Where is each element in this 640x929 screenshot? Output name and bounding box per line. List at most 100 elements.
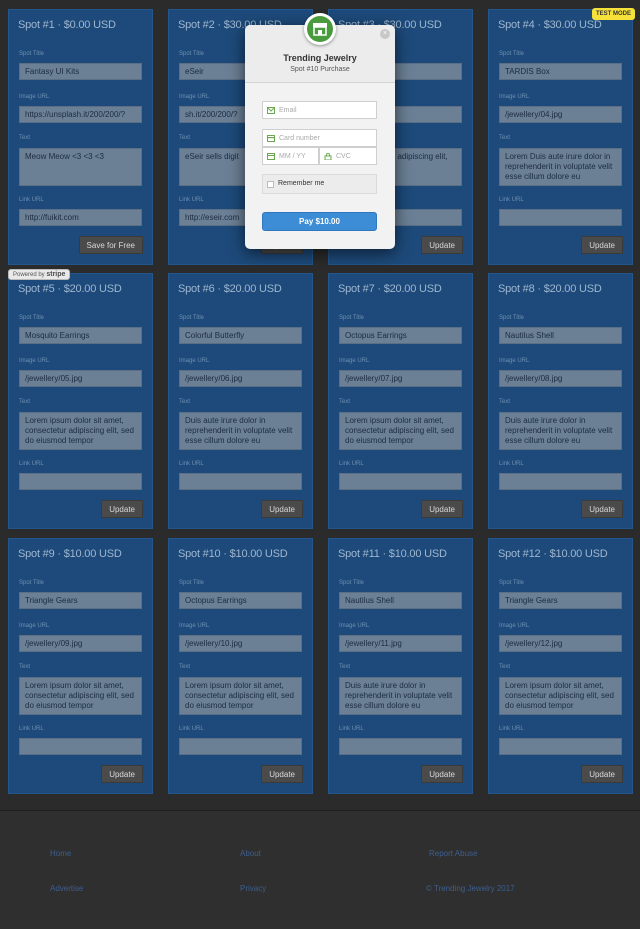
spot-card-title: Spot #1 · $0.00 USD [18,19,116,31]
link-url-input[interactable] [499,209,622,226]
spot-card-title: Spot #9 · $10.00 USD [18,548,122,560]
link-url-label: Link URL [339,726,364,732]
update-button[interactable]: Update [261,500,303,518]
text-textarea[interactable]: Duis aute irure dolor in reprehenderit i… [499,412,622,450]
link-url-input[interactable] [499,473,622,490]
image-url-input[interactable]: https://unsplash.it/200/200/? [19,106,142,123]
footer-copyright: © Trending Jewelry 2017 [426,884,515,893]
spot-title-label: Spot Title [339,580,365,586]
text-label: Text [499,664,511,670]
image-url-input[interactable]: /jewellery/04.jpg [499,106,622,123]
spot-title-input[interactable]: Nautilus Shell [499,327,622,344]
text-textarea[interactable]: Lorem Duis aute irure dolor in reprehend… [499,148,622,186]
update-button[interactable]: Update [581,236,623,254]
text-textarea[interactable]: Lorem ipsum dolor sit amet, consectetur … [19,677,142,715]
image-url-label: Image URL [179,623,210,629]
update-button[interactable]: Save for Free [78,236,143,254]
pay-button[interactable]: Pay $10.00 [262,212,377,231]
remember-me-label: Remember me [278,180,325,187]
expiry-placeholder: MM / YY [279,153,306,160]
spot-card: Spot #8 · $20.00 USD Spot Title Nautilus S… [488,273,633,529]
spot-title-input[interactable]: Mosquito Earrings [19,327,142,344]
image-url-input[interactable]: /jewellery/07.jpg [339,370,462,387]
remember-me-toggle[interactable]: Remember me [262,174,377,194]
update-button[interactable]: Update [581,765,623,783]
text-textarea[interactable]: Lorem ipsum dolor sit amet, consectetur … [499,677,622,715]
footer-link-privacy[interactable]: Privacy [240,884,266,893]
update-button[interactable]: Update [101,765,143,783]
store-logo [304,13,336,45]
text-label: Text [499,399,511,405]
image-url-input[interactable]: /jewellery/11.jpg [339,635,462,652]
link-url-input[interactable] [499,738,622,755]
spot-title-input[interactable]: Triangle Gears [499,592,622,609]
credit-card-icon [267,135,275,142]
spot-title-input[interactable]: Triangle Gears [19,592,142,609]
link-url-label: Link URL [19,726,44,732]
cvc-input[interactable]: CVC [319,147,377,165]
image-url-input[interactable]: /jewellery/12.jpg [499,635,622,652]
update-button[interactable]: Update [101,500,143,518]
text-label: Text [19,399,31,405]
footer-link-home[interactable]: Home [50,849,71,858]
expiry-input[interactable]: MM / YY [262,147,319,165]
test-mode-badge: TEST MODE [592,8,636,20]
link-url-input[interactable] [179,738,302,755]
spot-title-input[interactable]: Colorful Butterfly [179,327,302,344]
spot-title-input[interactable]: Nautilus Shell [339,592,462,609]
image-url-input[interactable]: /jewellery/08.jpg [499,370,622,387]
spot-title-input[interactable]: TARDIS Box [499,63,622,80]
text-textarea[interactable]: Lorem ipsum dolor sit amet, consectetur … [19,412,142,450]
image-url-input[interactable]: /jewellery/10.jpg [179,635,302,652]
spot-title-label: Spot Title [339,315,365,321]
spot-card-title: Spot #7 · $20.00 USD [338,283,442,295]
link-url-label: Link URL [339,461,364,467]
link-url-input[interactable] [179,473,302,490]
close-icon[interactable]: × [380,29,390,39]
image-url-input[interactable]: /jewellery/09.jpg [19,635,142,652]
email-input[interactable]: Email [262,101,377,119]
spot-card-title: Spot #8 · $20.00 USD [498,283,602,295]
powered-by-stripe-badge[interactable]: Powered by stripe [8,269,71,280]
text-textarea[interactable]: Duis aute irure dolor in reprehenderit i… [179,412,302,450]
spot-card: Spot #11 · $10.00 USD Spot Title Nautilus … [328,538,473,794]
card-number-input[interactable]: Card number [262,129,377,147]
footer-link-report-abuse[interactable]: Report Abuse [429,849,477,858]
spot-card: Spot #6 · $20.00 USD Spot Title Colorful B… [168,273,313,529]
link-url-input[interactable] [339,473,462,490]
spot-title-input[interactable]: Octopus Earrings [339,327,462,344]
update-button[interactable]: Update [261,765,303,783]
image-url-input[interactable]: /jewellery/06.jpg [179,370,302,387]
spot-card: Spot #1 · $0.00 USD Spot Title Fantasy UI … [8,9,153,265]
update-button[interactable]: Update [421,236,463,254]
link-url-label: Link URL [179,197,204,203]
text-label: Text [179,664,191,670]
link-url-input[interactable] [19,473,142,490]
footer-link-about[interactable]: About [240,849,261,858]
update-button[interactable]: Update [421,500,463,518]
spot-card-title: Spot #12 · $10.00 USD [498,548,608,560]
spot-title-label: Spot Title [499,315,525,321]
image-url-input[interactable]: /jewellery/05.jpg [19,370,142,387]
spot-title-input[interactable]: Octopus Earrings [179,592,302,609]
text-textarea[interactable]: Lorem ipsum dolor sit amet, consectetur … [179,677,302,715]
site-footer: Home About Report Abuse Advertise Privac… [0,810,640,929]
link-url-input[interactable] [339,738,462,755]
remember-me-checkbox[interactable] [267,181,274,188]
card-number-placeholder: Card number [279,135,320,142]
text-textarea[interactable]: Duis aute irure dolor in reprehenderit i… [339,677,462,715]
spot-card: Spot #5 · $20.00 USD Spot Title Mosquito E… [8,273,153,529]
text-textarea[interactable]: Meow Meow <3 <3 <3 [19,148,142,186]
spot-title-label: Spot Title [499,580,525,586]
spot-title-label: Spot Title [179,51,205,57]
link-url-input[interactable]: http://fuikit.com [19,209,142,226]
link-url-input[interactable] [19,738,142,755]
text-textarea[interactable]: Lorem ipsum dolor sit amet, consectetur … [339,412,462,450]
update-button[interactable]: Update [581,500,623,518]
footer-link-advertise[interactable]: Advertise [50,884,83,893]
envelope-icon [267,107,275,114]
modal-title: Trending Jewelry [283,53,357,63]
spot-title-input[interactable]: Fantasy UI Kits [19,63,142,80]
image-url-label: Image URL [179,358,210,364]
update-button[interactable]: Update [421,765,463,783]
